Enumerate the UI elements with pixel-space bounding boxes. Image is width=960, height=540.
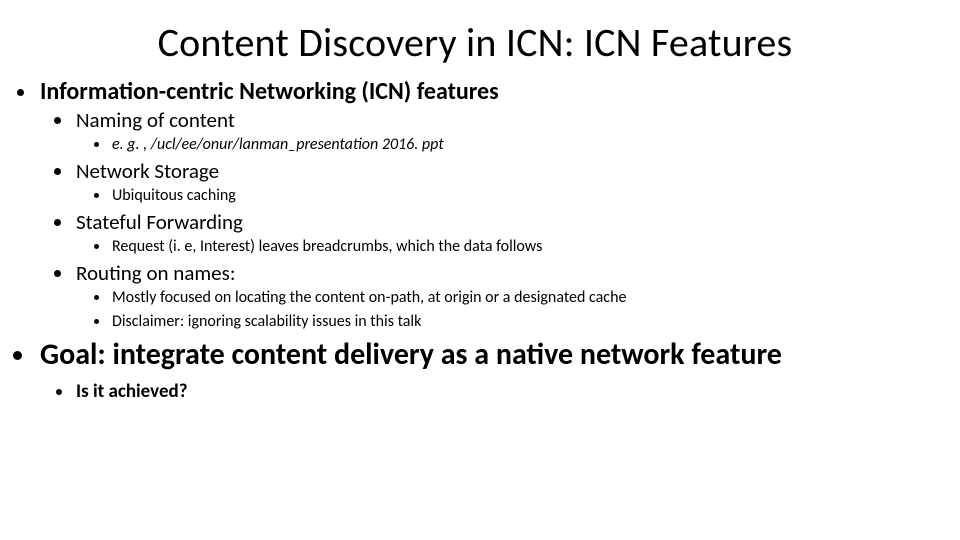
feature-forwarding: Stateful Forwarding Request (i. e, Inter… bbox=[74, 209, 932, 258]
features-items: Naming of content e. g. , /ucl/ee/onur/l… bbox=[40, 107, 932, 332]
feature-sub-text: Disclaimer: ignoring scalability issues … bbox=[112, 312, 421, 331]
feature-sub-list: Request (i. e, Interest) leaves breadcru… bbox=[76, 236, 932, 258]
features-heading-text: Information-centric Networking (ICN) fea… bbox=[40, 77, 499, 106]
feature-naming: Naming of content e. g. , /ucl/ee/onur/l… bbox=[74, 107, 932, 156]
feature-sub-item: Disclaimer: ignoring scalability issues … bbox=[110, 311, 932, 333]
feature-sub-item: e. g. , /ucl/ee/onur/lanman_presentation… bbox=[110, 134, 932, 156]
feature-sub-list: Ubiquitous caching bbox=[76, 185, 932, 207]
feature-label: Naming of content bbox=[76, 107, 235, 133]
feature-sub-text: Ubiquitous caching bbox=[112, 186, 236, 205]
features-list: Information-centric Networking (ICN) fea… bbox=[18, 77, 932, 332]
slide-title: Content Discovery in ICN: ICN Features bbox=[18, 18, 932, 67]
feature-routing: Routing on names: Mostly focused on loca… bbox=[74, 260, 932, 332]
feature-storage: Network Storage Ubiquitous caching bbox=[74, 158, 932, 207]
goal-list: Goal: integrate content delivery as a na… bbox=[18, 338, 932, 405]
feature-sub-list: e. g. , /ucl/ee/onur/lanman_presentation… bbox=[76, 134, 932, 156]
goal-sub-text: Is it achieved? bbox=[76, 380, 188, 403]
goal-sub-list: Is it achieved? bbox=[40, 379, 932, 406]
goal-heading-text: Goal: integrate content delivery as a na… bbox=[40, 336, 782, 373]
feature-sub-text: Mostly focused on locating the content o… bbox=[112, 288, 626, 307]
features-heading: Information-centric Networking (ICN) fea… bbox=[38, 77, 932, 332]
feature-sub-item: Mostly focused on locating the content o… bbox=[110, 287, 932, 309]
feature-sub-text: Request (i. e, Interest) leaves breadcru… bbox=[112, 237, 542, 256]
goal-sub-item: Is it achieved? bbox=[74, 379, 932, 406]
feature-label: Network Storage bbox=[76, 158, 219, 184]
feature-sub-item: Request (i. e, Interest) leaves breadcru… bbox=[110, 236, 932, 258]
feature-sub-list: Mostly focused on locating the content o… bbox=[76, 287, 932, 332]
feature-sub-text: e. g. , /ucl/ee/onur/lanman_presentation… bbox=[112, 135, 444, 154]
feature-sub-item: Ubiquitous caching bbox=[110, 185, 932, 207]
feature-label: Stateful Forwarding bbox=[76, 209, 243, 235]
feature-label: Routing on names: bbox=[76, 260, 235, 286]
goal-heading: Goal: integrate content delivery as a na… bbox=[38, 338, 932, 405]
